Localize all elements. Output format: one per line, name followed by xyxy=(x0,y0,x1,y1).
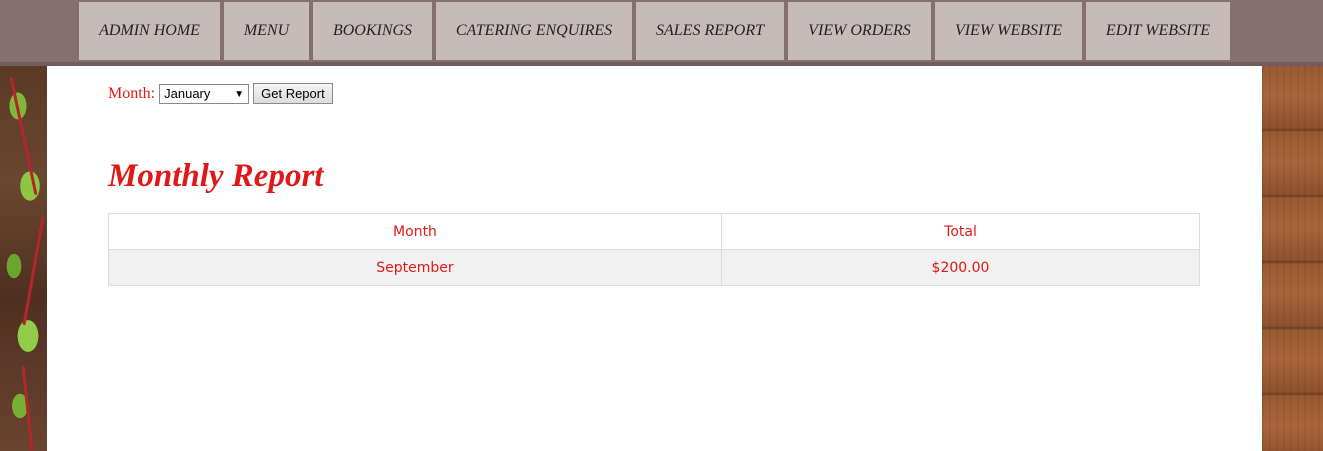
month-select-value: January xyxy=(164,86,211,101)
column-header-month: Month xyxy=(108,213,722,250)
report-table: Month Total September $200.00 xyxy=(108,213,1200,286)
chevron-down-icon: ▼ xyxy=(234,88,245,100)
get-report-button[interactable]: Get Report xyxy=(253,83,333,104)
nav-admin-home[interactable]: ADMIN HOME xyxy=(79,2,220,60)
leaf-decoration-image xyxy=(0,66,47,451)
month-select[interactable]: January ▼ xyxy=(159,83,250,104)
page-title: Monthly Report xyxy=(108,158,324,194)
table-row: September $200.00 xyxy=(108,249,1200,286)
wood-decoration-image xyxy=(1262,66,1323,451)
month-label: Month: xyxy=(108,84,156,102)
nav-menu[interactable]: MENU xyxy=(224,2,309,60)
column-header-total: Total xyxy=(721,213,1200,250)
cell-total: $200.00 xyxy=(721,249,1200,286)
table-header-row: Month Total xyxy=(108,213,1200,250)
nav-view-website[interactable]: VIEW WEBSITE xyxy=(935,2,1082,60)
nav-sales-report[interactable]: SALES REPORT xyxy=(636,2,784,60)
report-form: Month: January ▼ Get Report xyxy=(108,83,333,104)
nav-bookings[interactable]: BOOKINGS xyxy=(313,2,432,60)
nav-view-orders[interactable]: VIEW ORDERS xyxy=(788,2,931,60)
cell-month: September xyxy=(108,249,722,286)
nav-edit-website[interactable]: EDIT WEBSITE xyxy=(1086,2,1230,60)
nav-catering-enquires[interactable]: CATERING ENQUIRES xyxy=(436,2,632,60)
top-navigation: ADMIN HOME MENU BOOKINGS CATERING ENQUIR… xyxy=(0,0,1323,66)
main-content: Month: January ▼ Get Report Monthly Repo… xyxy=(47,66,1262,451)
